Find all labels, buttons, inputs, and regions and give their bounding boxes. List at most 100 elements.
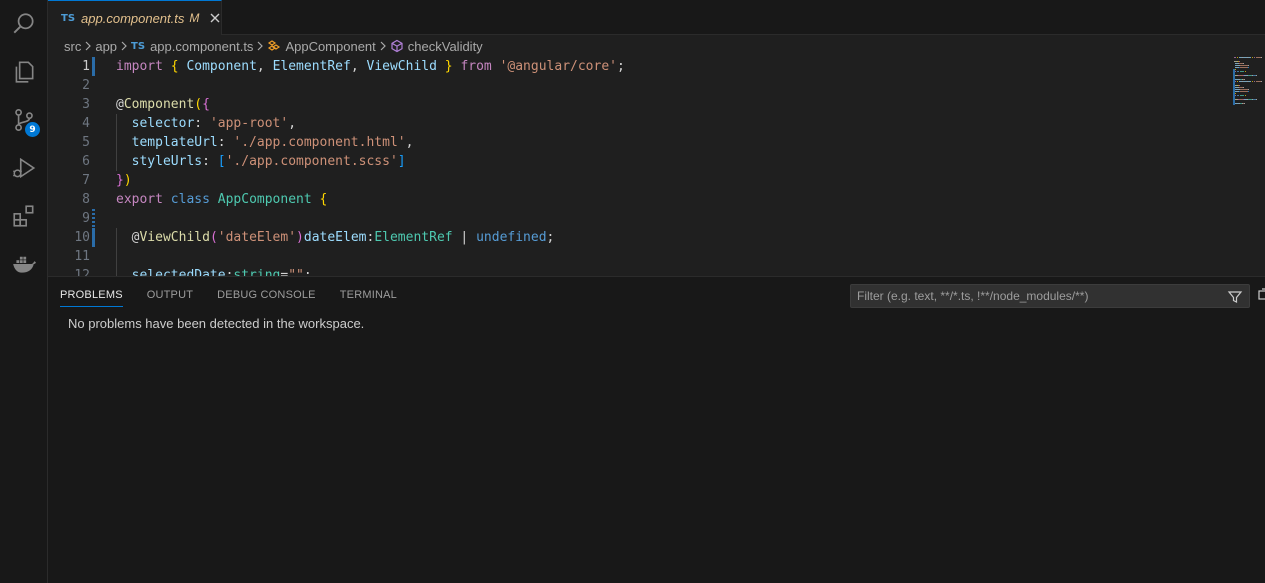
tab-app-component-ts[interactable]: TS app.component.ts M [48,0,222,35]
code-line[interactable]: 1 import { Component, ElementRef, ViewChi… [48,57,1228,76]
code-line[interactable]: 11 [48,247,1228,266]
minimap-stroke [1252,57,1253,58]
explorer-icon[interactable] [0,48,48,96]
code-token: string [233,268,281,276]
collapse-all-icon[interactable] [1258,288,1265,302]
chevron-right-icon [256,41,264,51]
gutter [90,57,116,76]
tab-debug-console[interactable]: DEBUG CONSOLE [217,277,316,312]
gutter [90,76,116,95]
code-token: } [444,59,453,74]
indent-guide [116,114,117,171]
code-token: templateUrl [131,135,218,150]
gutter [90,133,116,152]
gutter [90,152,116,171]
code-line[interactable]: 2 [48,76,1228,95]
code-text: @ViewChild('dateElem')dateElem:ElementRe… [116,228,555,247]
modified-indicator: M [189,11,200,25]
source-control-icon[interactable]: 9 [0,96,48,144]
code-line[interactable]: 3 @Component({ [48,95,1228,114]
chevron-right-icon [120,41,128,51]
modified-line-marker [92,57,95,76]
breadcrumb-file[interactable]: TS app.component.ts [131,39,253,54]
code-token: ) [123,173,132,188]
minimap-stroke [1234,57,1236,58]
code-line[interactable]: 6 styleUrls: ['./app.component.scss'] [48,152,1228,171]
search-icon[interactable] [0,0,48,48]
breadcrumb-app[interactable]: app [95,39,117,54]
minimap-stroke [1240,71,1244,72]
gutter [90,114,116,133]
minimap-stroke [1261,81,1262,82]
minimap-stroke [1256,75,1257,76]
code-token: } [116,173,124,188]
close-icon[interactable] [208,10,221,26]
run-debug-icon[interactable] [0,144,48,192]
tab-output[interactable]: OUTPUT [147,277,193,312]
minimap-stroke [1245,71,1246,72]
code-line[interactable]: 10 @ViewChild('dateElem')dateElem:Elemen… [48,228,1228,247]
code-token: : [202,154,218,169]
code-token: , [256,59,273,74]
modified-line-marker [92,209,95,228]
minimap-stroke [1248,89,1249,90]
code-text: export class AppComponent { [116,190,327,209]
code-token: [ [217,154,226,169]
minimap-stroke [1245,95,1246,96]
minimap-stroke [1240,65,1248,66]
code-token: ViewChild [366,59,437,74]
minimap-stroke [1239,61,1240,62]
code-token: : [194,116,210,131]
code-line[interactable]: 8 export class AppComponent { [48,190,1228,209]
code-token: ViewChild [139,230,210,245]
code-line[interactable]: 7}) [48,171,1228,190]
code-token: from [460,59,492,74]
problems-filter-input[interactable] [857,289,1217,303]
class-symbol-icon [268,40,281,51]
gutter [90,266,116,276]
code-token: 'app-root' [209,116,289,131]
code-token: export [116,192,163,207]
filter-icon[interactable] [1227,289,1243,305]
minimap-stroke [1240,95,1244,96]
code-token: ) [296,230,304,245]
breadcrumb: src app TS app.component.ts AppComponent… [48,35,1265,57]
minimap-stroke [1248,67,1249,68]
code-token: @ [116,230,140,245]
code-token: , [405,135,414,150]
extensions-icon[interactable] [0,192,48,240]
code-token: undefined [476,230,547,245]
code-text: import { Component, ElementRef, ViewChil… [116,57,625,76]
tab-terminal[interactable]: TERMINAL [340,277,397,312]
minimap-stroke [1235,69,1236,70]
line-number: 1 [82,59,90,74]
breadcrumb-class[interactable]: AppComponent [267,39,376,54]
code-token: "" [288,268,304,276]
code-token: selectedDate [131,268,226,276]
minimap-stroke [1237,81,1238,82]
minimap[interactable] [1232,57,1265,117]
tab-problems[interactable]: PROBLEMS [60,277,123,312]
code-line[interactable]: 12 selectedDate:string=""; [48,266,1228,276]
code-token: | [452,230,477,245]
breadcrumb-src[interactable]: src [64,39,81,54]
code-line[interactable]: 4 selector: 'app-root', [48,114,1228,133]
typescript-file-icon: TS [131,40,146,52]
minimap-stroke [1243,87,1244,88]
code-line[interactable]: 5 templateUrl: './app.component.html', [48,133,1228,152]
minimap-stroke [1248,65,1249,66]
docker-icon[interactable] [0,240,48,288]
code-line[interactable]: 9 [48,209,1228,228]
line-number: 2 [82,78,90,93]
editor-tab-bar: TS app.component.ts M [48,0,1265,35]
code-editor[interactable]: 1 import { Component, ElementRef, ViewChi… [48,57,1265,276]
line-number: 3 [82,97,90,112]
breadcrumb-method[interactable]: checkValidity [390,39,483,54]
chevron-right-icon [84,41,92,51]
